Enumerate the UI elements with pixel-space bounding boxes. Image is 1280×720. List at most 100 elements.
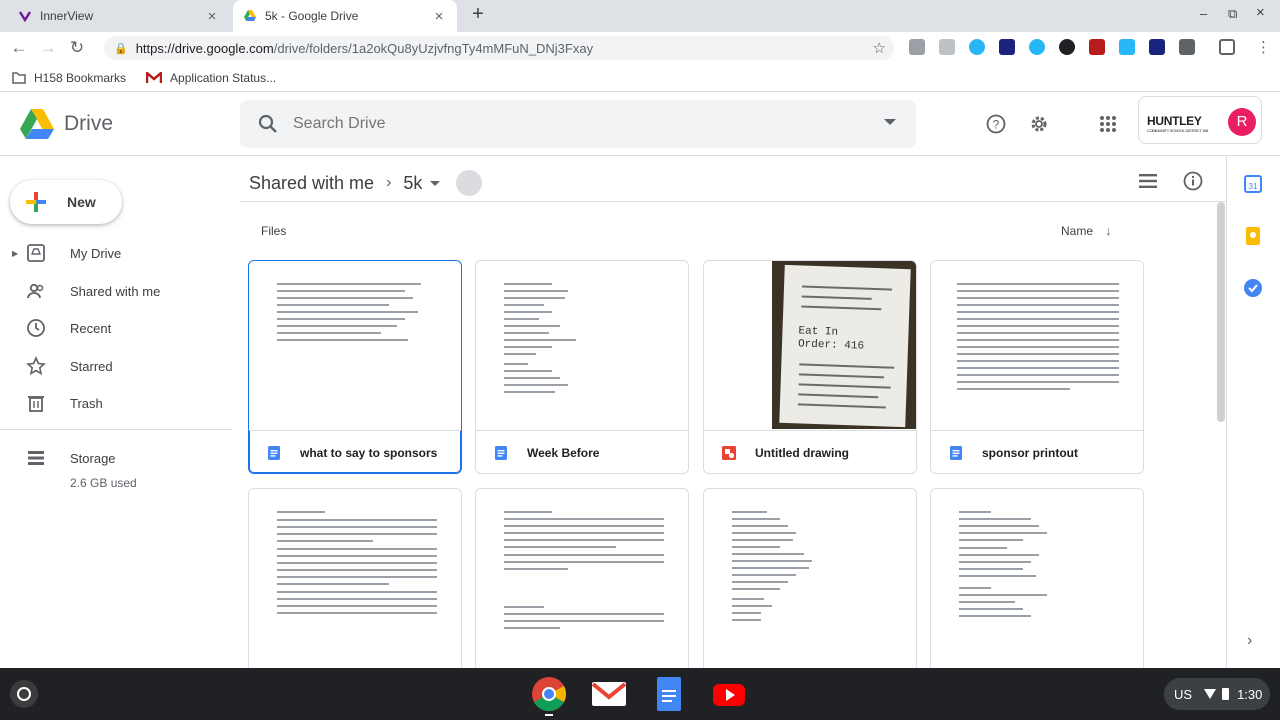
close-window-icon[interactable]: ×	[1256, 4, 1265, 21]
account-switcher[interactable]: HUNTLEY COMMUNITY SCHOOL DISTRICT 158 R	[1138, 96, 1262, 144]
keep-icon[interactable]	[1243, 226, 1263, 246]
file-thumbnail	[476, 489, 688, 677]
tasks-icon[interactable]	[1243, 278, 1263, 298]
url-text: https://drive.google.com/drive/folders/1…	[135, 40, 594, 56]
settings-gear-icon[interactable]	[1029, 114, 1049, 134]
browser-toolbar: ← → ↻ 🔒 https://drive.google.com/drive/f…	[0, 32, 1280, 64]
maximize-icon[interactable]: ⧉	[1228, 6, 1237, 22]
extension-question-2-icon[interactable]	[1149, 39, 1165, 55]
file-thumbnail	[931, 489, 1143, 677]
youtube-app-icon[interactable]	[711, 676, 747, 712]
search-options-icon[interactable]	[884, 119, 896, 125]
svg-text:?: ?	[993, 118, 1000, 132]
lock-icon: 🔒	[114, 42, 128, 55]
file-name: Week Before	[527, 446, 600, 460]
extension-download-icon[interactable]	[1119, 39, 1135, 55]
bookmark-application-status[interactable]: Application Status...	[146, 71, 276, 85]
google-docs-app-icon[interactable]	[651, 676, 687, 712]
search-icon[interactable]	[257, 113, 279, 135]
bookmark-star-icon[interactable]: ☆	[873, 39, 886, 57]
chrome-app-icon[interactable]	[531, 676, 567, 712]
file-card-untitled-drawing[interactable]: Eat In Order: 416 Untitled drawing	[703, 260, 917, 474]
sidebar: New ▶ My Drive Shared with me Recent Sta…	[0, 156, 232, 668]
extension-blue-icon[interactable]	[1029, 39, 1045, 55]
file-thumbnail: Eat In Order: 416	[704, 261, 916, 431]
sidebar-item-recent[interactable]: Recent	[0, 310, 232, 346]
file-thumbnail	[704, 489, 916, 677]
file-card[interactable]	[475, 488, 689, 678]
new-tab-button[interactable]: +	[466, 3, 490, 26]
folder-icon	[12, 71, 26, 84]
address-bar[interactable]: 🔒 https://drive.google.com/drive/folders…	[104, 36, 894, 60]
search-bar[interactable]	[240, 100, 916, 148]
sidebar-item-starred[interactable]: Starred	[0, 348, 232, 384]
file-card-footer: Untitled drawing	[704, 431, 916, 473]
sidebar-item-trash[interactable]: Trash	[0, 385, 232, 421]
file-card[interactable]	[248, 488, 462, 678]
extension-question-icon[interactable]	[999, 39, 1015, 55]
battery-icon	[1222, 688, 1230, 700]
file-card[interactable]	[703, 488, 917, 678]
sidebar-item-storage[interactable]: Storage	[0, 440, 232, 476]
cast-icon[interactable]	[1219, 39, 1235, 55]
back-icon[interactable]: ←	[9, 38, 29, 58]
receipt-text-line: Eat In	[798, 325, 839, 339]
avatar[interactable]: R	[1228, 108, 1256, 136]
sort-label: Name	[1061, 224, 1094, 238]
folder-menu-caret-icon[interactable]	[430, 180, 441, 186]
google-apps-icon[interactable]	[1098, 114, 1118, 134]
breadcrumb-current[interactable]: 5k	[403, 173, 422, 194]
launcher-button[interactable]	[10, 680, 38, 708]
close-tab-icon[interactable]: ×	[202, 8, 222, 25]
calendar-icon[interactable]: 31	[1243, 174, 1263, 194]
browser-tab-strip: InnerView × 5k - Google Drive × + – ⧉ ×	[0, 0, 1280, 32]
sidebar-item-shared-with-me[interactable]: Shared with me	[0, 273, 232, 309]
file-card-what-to-say-to-sponsors[interactable]: what to say to sponsors	[248, 260, 462, 474]
tab-innerview[interactable]: InnerView ×	[8, 0, 230, 32]
sort-control[interactable]: Name ↓	[1061, 223, 1112, 238]
file-name: sponsor printout	[982, 446, 1078, 460]
file-card-sponsor-printout[interactable]: sponsor printout	[930, 260, 1144, 474]
gmail-app-icon[interactable]	[591, 676, 627, 712]
extension-blue-circle-icon[interactable]	[969, 39, 985, 55]
trash-icon	[28, 396, 44, 412]
file-card-footer: sponsor printout	[931, 431, 1143, 473]
document-preview	[957, 283, 1119, 395]
file-card-week-before[interactable]: Week Before	[475, 260, 689, 474]
google-docs-icon	[950, 446, 962, 460]
tab-google-drive[interactable]: 5k - Google Drive ×	[233, 0, 457, 32]
system-tray[interactable]: US 1:30	[1164, 678, 1270, 710]
receipt-photo-preview: Eat In Order: 416	[772, 261, 916, 429]
chrome-menu-icon[interactable]: ⋮	[1256, 38, 1271, 56]
close-tab-icon[interactable]: ×	[429, 8, 449, 25]
drive-logo[interactable]: Drive	[20, 109, 113, 139]
content-divider	[240, 201, 1226, 202]
sidebar-item-my-drive[interactable]: ▶ My Drive	[0, 235, 232, 271]
breadcrumb-root[interactable]: Shared with me	[249, 173, 374, 194]
extension-dark-icon[interactable]	[1059, 39, 1075, 55]
minimize-icon[interactable]: –	[1200, 6, 1207, 21]
new-button[interactable]: New	[10, 180, 122, 224]
scrollbar[interactable]	[1217, 202, 1225, 422]
forward-icon[interactable]: →	[38, 38, 58, 58]
extension-g-icon[interactable]	[909, 39, 925, 55]
extension-r-icon[interactable]	[1179, 39, 1195, 55]
list-view-icon[interactable]	[1138, 171, 1158, 191]
extension-red-shield-icon[interactable]	[1089, 39, 1105, 55]
wifi-icon	[1204, 689, 1217, 699]
extension-layers-icon[interactable]	[939, 39, 955, 55]
sidebar-item-label: Starred	[70, 358, 113, 374]
help-icon[interactable]: ?	[986, 114, 1006, 134]
bookmark-h158[interactable]: H158 Bookmarks	[12, 71, 126, 85]
file-card[interactable]	[930, 488, 1144, 678]
search-input[interactable]	[293, 115, 853, 133]
info-icon[interactable]	[1183, 171, 1203, 191]
input-method-label: US	[1174, 686, 1193, 702]
reload-icon[interactable]: ↻	[67, 38, 87, 58]
bookmarks-bar: H158 Bookmarks Application Status...	[0, 64, 1280, 92]
expand-arrow-icon[interactable]: ▶	[12, 249, 18, 258]
document-preview	[959, 511, 1119, 622]
sort-direction-arrow-icon[interactable]: ↓	[1105, 223, 1112, 238]
google-drawings-icon	[722, 446, 736, 460]
expand-panel-arrow-icon[interactable]: ›	[1247, 632, 1252, 650]
